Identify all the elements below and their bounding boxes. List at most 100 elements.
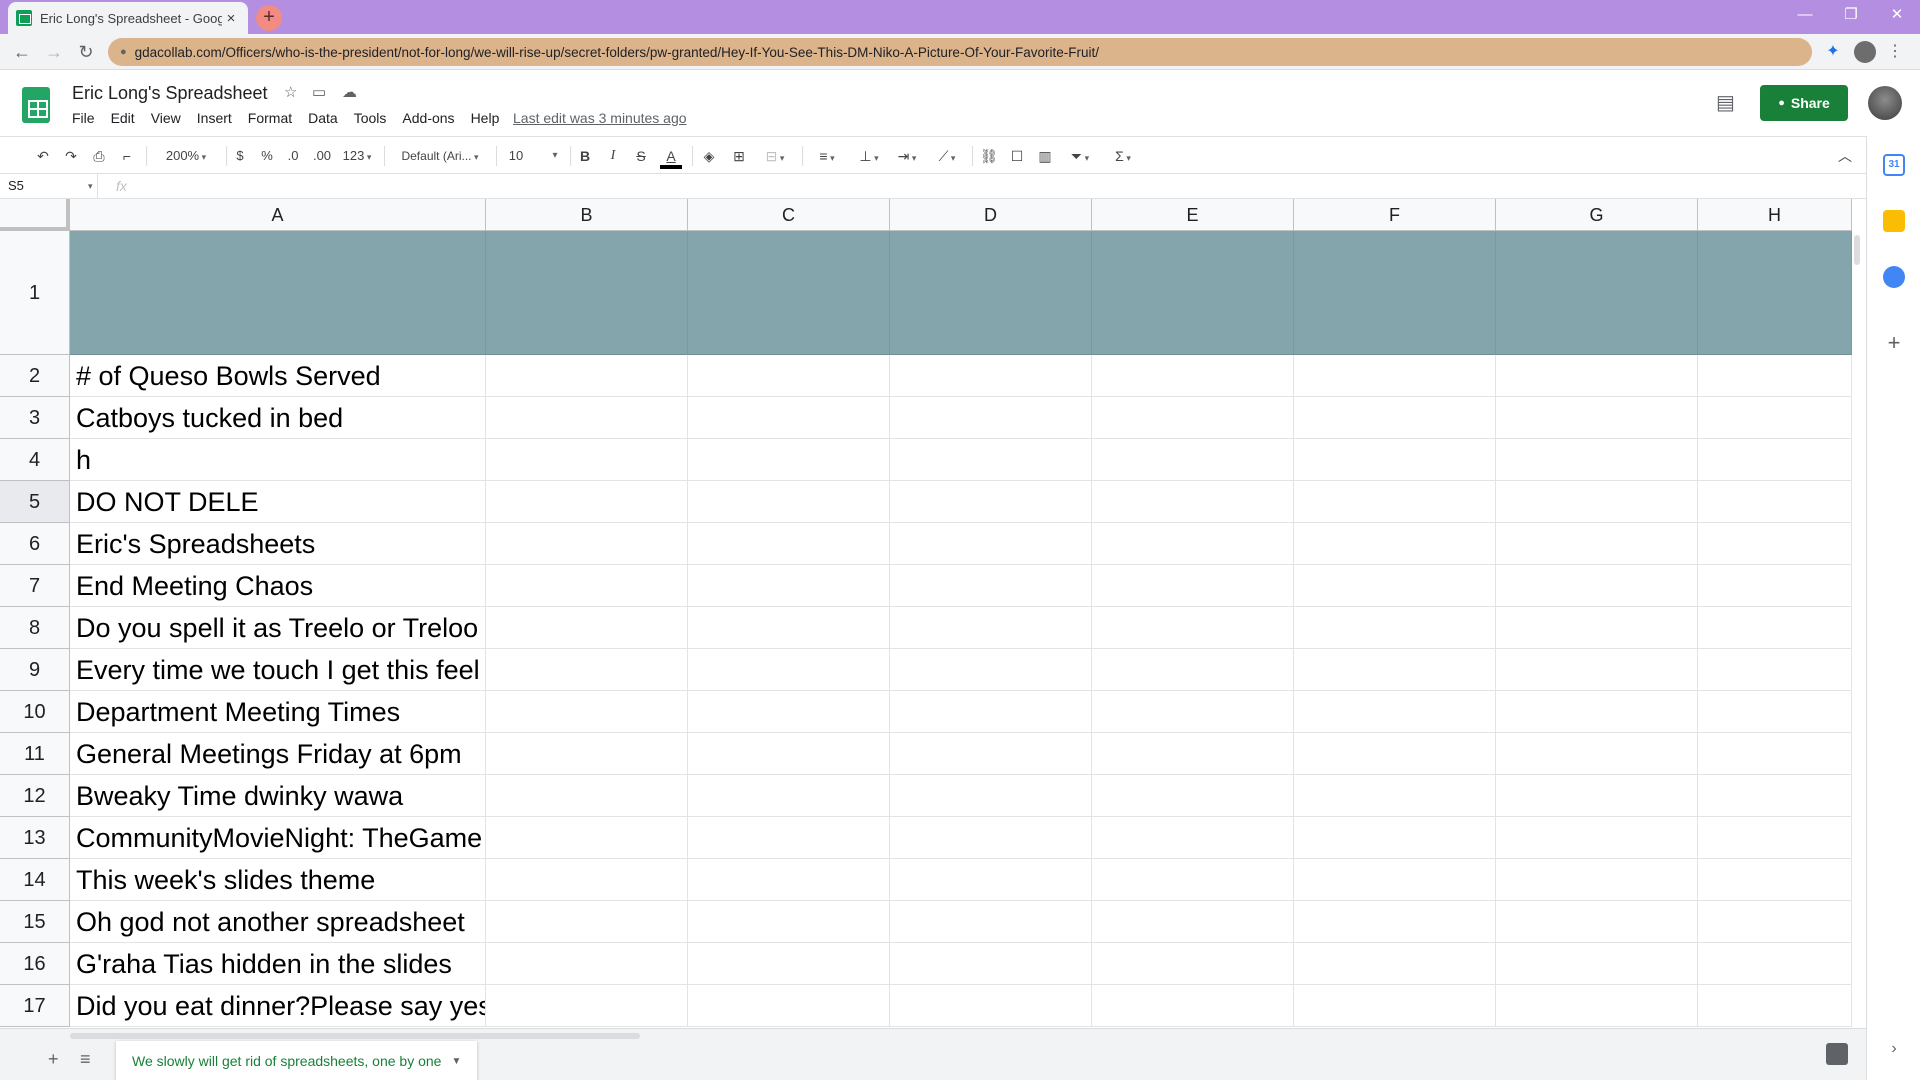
row-header-15[interactable]: 15 bbox=[0, 901, 70, 943]
text-rotation-icon[interactable]: ⟋ bbox=[930, 144, 964, 168]
cell-d13[interactable] bbox=[890, 817, 1092, 859]
cell-h14[interactable] bbox=[1698, 859, 1852, 901]
cell-e16[interactable] bbox=[1092, 943, 1294, 985]
cell-h15[interactable] bbox=[1698, 901, 1852, 943]
browser-tab[interactable]: Eric Long's Spreadsheet - Google × bbox=[8, 2, 248, 34]
row-header-14[interactable]: 14 bbox=[0, 859, 70, 901]
cell-b5[interactable] bbox=[486, 481, 688, 523]
cell-h3[interactable] bbox=[1698, 397, 1852, 439]
collapse-toolbar-chevron-icon[interactable]: ︿ bbox=[1834, 144, 1856, 168]
font-size-dropdown-icon[interactable]: ▾ bbox=[548, 144, 562, 168]
cell-d15[interactable] bbox=[890, 901, 1092, 943]
cell-c16[interactable] bbox=[688, 943, 890, 985]
cell-b10[interactable] bbox=[486, 691, 688, 733]
cell-f17[interactable] bbox=[1294, 985, 1496, 1027]
row-header-6[interactable]: 6 bbox=[0, 523, 70, 565]
cell-g11[interactable] bbox=[1496, 733, 1698, 775]
cell-g14[interactable] bbox=[1496, 859, 1698, 901]
cell-e12[interactable] bbox=[1092, 775, 1294, 817]
row-header-10[interactable]: 10 bbox=[0, 691, 70, 733]
cell-f5[interactable] bbox=[1294, 481, 1496, 523]
explore-icon[interactable] bbox=[1826, 1043, 1848, 1065]
cell-b15[interactable] bbox=[486, 901, 688, 943]
window-close-button[interactable]: ✕ bbox=[1874, 0, 1920, 30]
cell-a10[interactable]: Department Meeting Times bbox=[70, 691, 486, 733]
undo-icon[interactable]: ↶ bbox=[32, 144, 54, 168]
window-minimize-button[interactable]: — bbox=[1782, 0, 1828, 30]
cell-g6[interactable] bbox=[1496, 523, 1698, 565]
cell-f14[interactable] bbox=[1294, 859, 1496, 901]
currency-format-button[interactable]: $ bbox=[232, 144, 248, 168]
cell-f11[interactable] bbox=[1294, 733, 1496, 775]
cell-b1[interactable] bbox=[486, 231, 688, 355]
cell-e10[interactable] bbox=[1092, 691, 1294, 733]
font-size-value[interactable]: 10 bbox=[506, 144, 526, 168]
row-header-8[interactable]: 8 bbox=[0, 607, 70, 649]
zoom-select[interactable]: 200% bbox=[154, 144, 218, 168]
column-header-a[interactable]: A bbox=[70, 199, 486, 231]
column-header-f[interactable]: F bbox=[1294, 199, 1496, 231]
cell-e13[interactable] bbox=[1092, 817, 1294, 859]
cell-e17[interactable] bbox=[1092, 985, 1294, 1027]
cell-g10[interactable] bbox=[1496, 691, 1698, 733]
column-header-e[interactable]: E bbox=[1092, 199, 1294, 231]
cell-a9[interactable]: Every time we touch I get this feel bbox=[70, 649, 486, 691]
vertical-align-icon[interactable]: ⊥ bbox=[852, 144, 886, 168]
cell-e6[interactable] bbox=[1092, 523, 1294, 565]
sheets-logo-icon[interactable] bbox=[22, 87, 50, 123]
cell-g16[interactable] bbox=[1496, 943, 1698, 985]
cell-d9[interactable] bbox=[890, 649, 1092, 691]
cell-d4[interactable] bbox=[890, 439, 1092, 481]
extensions-puzzle-icon[interactable]: ✦ bbox=[1822, 41, 1844, 63]
new-tab-button[interactable]: + bbox=[256, 5, 282, 31]
menu-addons[interactable]: Add-ons bbox=[394, 110, 462, 126]
cell-e3[interactable] bbox=[1092, 397, 1294, 439]
cell-d14[interactable] bbox=[890, 859, 1092, 901]
tab-close-icon[interactable]: × bbox=[222, 10, 240, 27]
cell-a5[interactable]: DO NOT DELE bbox=[70, 481, 486, 523]
functions-sigma-icon[interactable]: Σ bbox=[1106, 144, 1140, 168]
cell-c17[interactable] bbox=[688, 985, 890, 1027]
cell-c12[interactable] bbox=[688, 775, 890, 817]
menu-insert[interactable]: Insert bbox=[189, 110, 240, 126]
column-header-c[interactable]: C bbox=[688, 199, 890, 231]
cell-f7[interactable] bbox=[1294, 565, 1496, 607]
cell-f13[interactable] bbox=[1294, 817, 1496, 859]
vertical-scrollbar[interactable] bbox=[1852, 235, 1862, 1025]
cell-b3[interactable] bbox=[486, 397, 688, 439]
menu-data[interactable]: Data bbox=[300, 110, 346, 126]
horizontal-scrollbar[interactable] bbox=[70, 1033, 640, 1039]
tasks-icon[interactable] bbox=[1883, 266, 1905, 288]
row-header-2[interactable]: 2 bbox=[0, 355, 70, 397]
cell-b7[interactable] bbox=[486, 565, 688, 607]
cell-d8[interactable] bbox=[890, 607, 1092, 649]
menu-tools[interactable]: Tools bbox=[346, 110, 395, 126]
cell-f15[interactable] bbox=[1294, 901, 1496, 943]
more-formats-select[interactable]: 123 bbox=[338, 144, 376, 168]
horizontal-align-icon[interactable]: ≡ bbox=[810, 144, 844, 168]
cell-f12[interactable] bbox=[1294, 775, 1496, 817]
cell-c13[interactable] bbox=[688, 817, 890, 859]
sheet-tab-dropdown-icon[interactable]: ▼ bbox=[451, 1056, 461, 1067]
italic-button[interactable]: I bbox=[604, 144, 622, 168]
cell-a6[interactable]: Eric's Spreadsheets bbox=[70, 523, 486, 565]
cell-a8[interactable]: Do you spell it as Treelo or Treloo bbox=[70, 607, 486, 649]
cell-e1[interactable] bbox=[1092, 231, 1294, 355]
menu-view[interactable]: View bbox=[143, 110, 189, 126]
cell-d16[interactable] bbox=[890, 943, 1092, 985]
cell-d1[interactable] bbox=[890, 231, 1092, 355]
insert-link-icon[interactable]: ⛓ bbox=[978, 144, 1000, 168]
cell-b6[interactable] bbox=[486, 523, 688, 565]
row-header-7[interactable]: 7 bbox=[0, 565, 70, 607]
cell-f16[interactable] bbox=[1294, 943, 1496, 985]
cell-h13[interactable] bbox=[1698, 817, 1852, 859]
cell-f10[interactable] bbox=[1294, 691, 1496, 733]
cell-b9[interactable] bbox=[486, 649, 688, 691]
cell-h12[interactable] bbox=[1698, 775, 1852, 817]
cell-e15[interactable] bbox=[1092, 901, 1294, 943]
borders-icon[interactable]: ⊞ bbox=[728, 144, 750, 168]
cell-c9[interactable] bbox=[688, 649, 890, 691]
cell-e4[interactable] bbox=[1092, 439, 1294, 481]
back-arrow-icon[interactable]: ← bbox=[10, 40, 34, 64]
cell-e11[interactable] bbox=[1092, 733, 1294, 775]
